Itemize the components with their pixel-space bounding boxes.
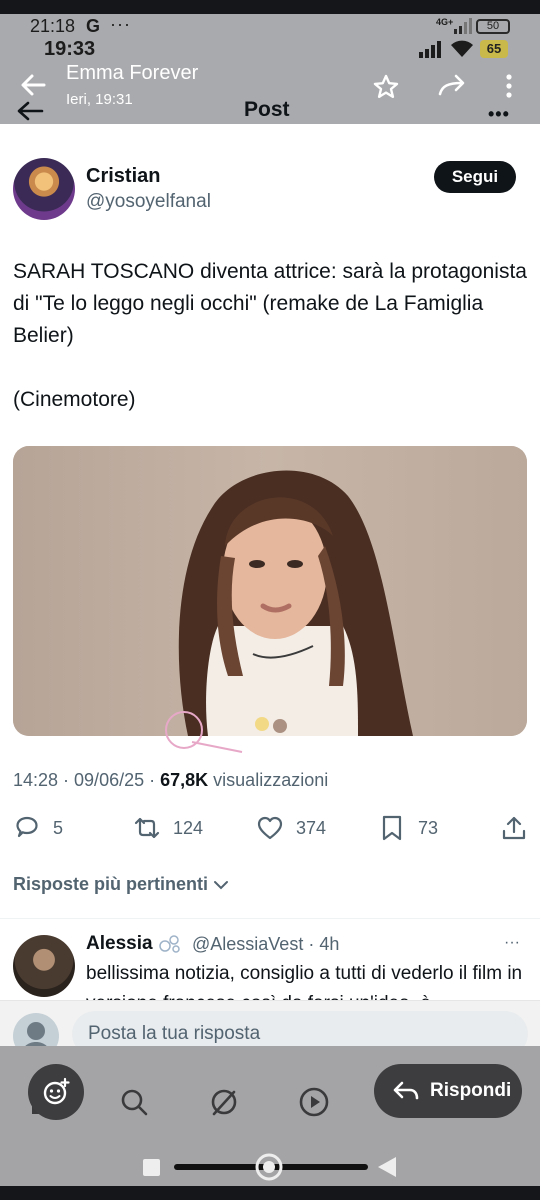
signal-icon	[419, 41, 441, 58]
chat-subtitle: Ieri, 19:31	[66, 91, 133, 108]
portrait-illustration	[13, 446, 527, 736]
back-icon[interactable]	[18, 70, 48, 100]
notification-dots: ···	[110, 14, 131, 34]
bubbles-emoji-icon	[159, 935, 180, 953]
reply-author-name[interactable]: Alessia	[86, 933, 153, 955]
author-handle[interactable]: @yosoyelfanal	[86, 191, 211, 213]
bookmark-action[interactable]: 73	[378, 814, 438, 842]
app-time: 19:33	[44, 38, 96, 60]
reply-avatar[interactable]	[13, 935, 75, 997]
search-icon[interactable]	[118, 1086, 150, 1118]
reply-count: 5	[53, 817, 64, 838]
author-avatar[interactable]	[13, 158, 75, 220]
retweet-action[interactable]: 124	[133, 814, 203, 842]
replies-sort[interactable]: Risposte più pertinenti	[13, 874, 229, 895]
page-title: Post	[244, 98, 290, 121]
top-edge	[0, 0, 540, 14]
play-icon[interactable]	[298, 1086, 330, 1118]
views-count: 67,8K	[160, 770, 209, 790]
wifi-icon	[451, 40, 473, 57]
grok-icon[interactable]	[208, 1086, 240, 1118]
signal-small-icon	[454, 18, 472, 34]
emoji-icon	[43, 1077, 70, 1105]
reply-fab-label: Rispondi	[430, 1080, 512, 1101]
follow-button[interactable]: Segui	[434, 161, 516, 193]
chat-header-overlay: 21:18 G ··· 4G+ 50 19:33 65 Emma Forever…	[0, 0, 540, 124]
recents-button	[143, 1159, 160, 1176]
bottom-edge	[0, 1186, 540, 1200]
reply-action[interactable]: 5	[13, 814, 63, 842]
google-icon: G	[86, 16, 101, 36]
forward-icon[interactable]	[436, 72, 468, 100]
screen: 21:18 G ··· 4G+ 50 19:33 65 Emma Forever…	[0, 0, 540, 1200]
tweet-meta: 14:28 · 09/06/25 · 67,8K visualizzazioni	[13, 770, 328, 791]
reply-text: bellissima notizia, consiglio a tutti di…	[86, 963, 523, 1003]
chevron-down-icon	[214, 881, 229, 890]
replies-sort-label: Risposte più pertinenti	[13, 874, 209, 894]
watermark-sticker	[165, 711, 287, 753]
reply-fab-button[interactable]: Rispondi	[374, 1064, 522, 1118]
views-label: visualizzazioni	[213, 770, 329, 790]
star-icon[interactable]	[372, 73, 400, 101]
reply-icon	[16, 816, 38, 838]
system-time: 21:18	[30, 16, 76, 36]
author-name[interactable]: Cristian	[86, 165, 160, 188]
post-more-icon[interactable]: •••	[488, 104, 510, 125]
like-icon	[257, 816, 283, 840]
post-back-icon[interactable]	[16, 100, 44, 122]
tweet-text: SARAH TOSCANO diventa attrice: sarà la p…	[13, 260, 527, 411]
tweet-timestamp: 14:28 · 09/06/25 ·	[13, 770, 161, 790]
reply-arrow-icon	[393, 1081, 419, 1100]
kebab-icon[interactable]	[500, 72, 518, 100]
chat-title[interactable]: Emma Forever	[66, 62, 198, 85]
reply-handle[interactable]: @AlessiaVest · 4h	[192, 934, 339, 955]
emoji-button[interactable]	[28, 1064, 84, 1120]
bookmark-count: 73	[418, 817, 439, 838]
retweet-count: 124	[173, 817, 204, 838]
reply-more-icon[interactable]: ···	[504, 934, 520, 952]
divider	[0, 918, 540, 919]
retweet-icon	[134, 817, 160, 839]
share-action[interactable]	[500, 814, 528, 842]
system-navigation	[143, 1153, 396, 1181]
back-button	[378, 1157, 396, 1177]
share-icon	[502, 816, 526, 840]
bookmark-icon	[382, 815, 402, 841]
network-badge: 4G+	[436, 17, 454, 27]
battery-small-icon: 50	[476, 19, 510, 34]
battery-icon: 65	[480, 40, 508, 58]
like-action[interactable]: 374	[256, 814, 326, 842]
tweet-photo[interactable]	[13, 446, 527, 736]
like-count: 374	[296, 817, 327, 838]
